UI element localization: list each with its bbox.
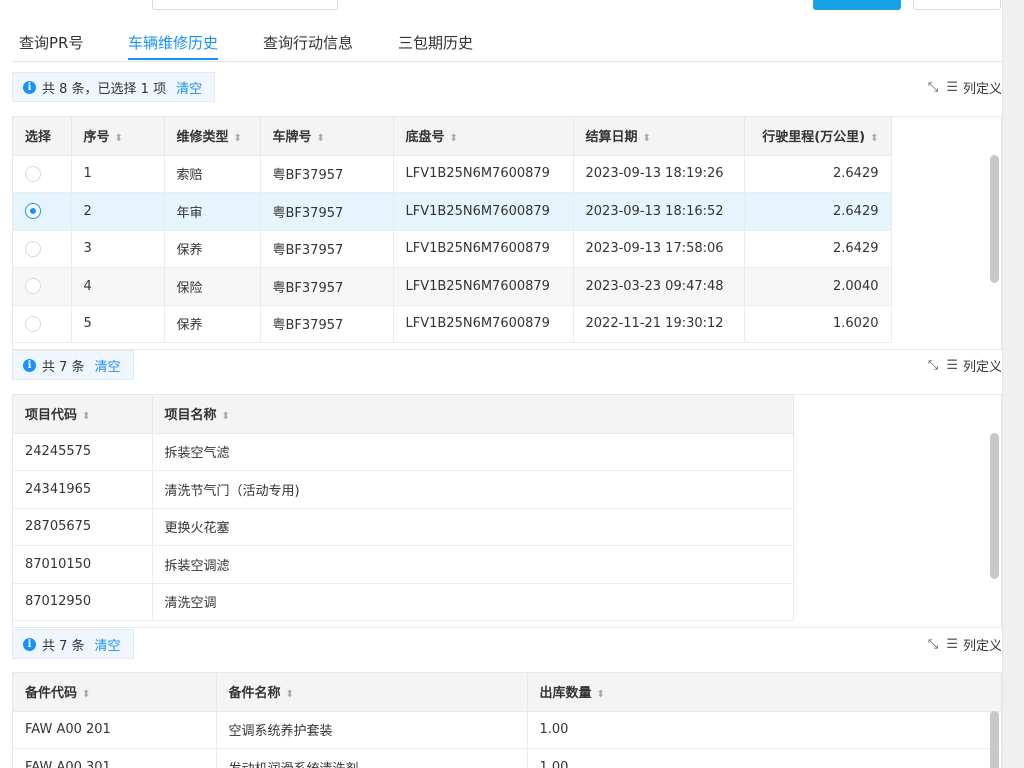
items-header-row: 项目代码 ⬍ 项目名称 ⬍ bbox=[13, 395, 794, 434]
parts-header-row: 备件代码 ⬍ 备件名称 ⬍ 出库数量 ⬍ bbox=[13, 673, 1001, 712]
table-row[interactable]: 24341965 清洗节气门（活动专用) bbox=[13, 470, 794, 509]
sort-icon[interactable]: ⬍ bbox=[234, 133, 242, 144]
col-vin[interactable]: 底盘号 ⬍ bbox=[393, 117, 574, 156]
col-mileage[interactable]: 行驶里程(万公里) ⬍ bbox=[744, 117, 892, 156]
sort-icon[interactable]: ⬍ bbox=[643, 133, 651, 144]
info-circle-icon: i bbox=[23, 80, 36, 94]
sort-icon[interactable]: ⬍ bbox=[82, 689, 90, 700]
tab-query-pr[interactable]: 查询PR号 bbox=[19, 32, 83, 60]
sort-icon[interactable]: ⬍ bbox=[222, 411, 230, 422]
info-circle-icon: i bbox=[23, 637, 36, 651]
table-row[interactable]: 1 索赔 粤BF37957 LFV1B25N6M7600879 2023-09-… bbox=[13, 155, 892, 193]
parts-column-def-button[interactable]: 列定义 bbox=[963, 635, 1002, 654]
sort-icon[interactable]: ⬍ bbox=[870, 133, 878, 144]
repair-summary-text: 共 8 条，已选择 1 项 bbox=[42, 81, 167, 97]
tab-vehicle-repair-history[interactable]: 车辆维修历史 bbox=[128, 32, 219, 60]
sort-icon[interactable]: ⬍ bbox=[450, 133, 458, 144]
col-select: 选择 bbox=[13, 117, 72, 156]
repair-header-row: 选择 序号 ⬍ 维修类型 ⬍ 车牌号 ⬍ 底盘号 ⬍ 结算日期 ⬍ 行驶里程(万公里) ⬍ bbox=[13, 117, 892, 156]
items-tools: ⤡ ☰ 列定义 bbox=[928, 350, 1002, 380]
parts-clear-link[interactable]: 清空 bbox=[95, 635, 121, 654]
top-search-input[interactable] bbox=[152, 0, 338, 10]
items-summary-bar: i 共 7 条 清空 bbox=[12, 350, 134, 380]
parts-table-scrollbar[interactable] bbox=[990, 711, 999, 768]
col-item-code[interactable]: 项目代码 ⬍ bbox=[13, 395, 153, 434]
info-circle-icon: i bbox=[23, 358, 36, 372]
tab-bar: 查询PR号 车辆维修历史 查询行动信息 三包期历史 bbox=[12, 28, 1002, 62]
col-repair-type[interactable]: 维修类型 ⬍ bbox=[164, 117, 261, 156]
row-radio-checked[interactable] bbox=[25, 203, 41, 220]
col-part-code[interactable]: 备件代码 ⬍ bbox=[13, 673, 217, 712]
top-toolbar bbox=[0, 0, 1024, 12]
col-out-qty[interactable]: 出库数量 ⬍ bbox=[527, 673, 1001, 712]
repair-tools: ⤡ ☰ 列定义 bbox=[928, 72, 1002, 102]
list-icon[interactable]: ☰ bbox=[946, 637, 958, 652]
repair-summary-bar: i 共 8 条，已选择 1 项 清空 bbox=[12, 72, 216, 102]
row-radio[interactable] bbox=[25, 240, 41, 257]
table-row[interactable]: 28705675 更换火花塞 bbox=[13, 508, 794, 546]
repair-table: 选择 序号 ⬍ 维修类型 ⬍ 车牌号 ⬍ 底盘号 ⬍ 结算日期 ⬍ 行驶里程(万公里) ⬍ … bbox=[12, 116, 1002, 350]
items-clear-link[interactable]: 清空 bbox=[95, 356, 121, 375]
tab-query-action-info[interactable]: 查询行动信息 bbox=[263, 32, 353, 60]
top-primary-button[interactable] bbox=[813, 0, 901, 10]
col-part-name[interactable]: 备件名称 ⬍ bbox=[216, 673, 528, 712]
items-table-scrollbar[interactable] bbox=[990, 433, 999, 579]
expand-icon[interactable]: ⤡ bbox=[928, 358, 938, 373]
table-row[interactable]: 87010150 拆装空调滤 bbox=[13, 545, 794, 584]
top-default-button[interactable] bbox=[913, 0, 1001, 10]
items-summary-text: 共 7 条 bbox=[42, 359, 85, 375]
sort-icon[interactable]: ⬍ bbox=[82, 411, 90, 422]
row-radio[interactable] bbox=[25, 315, 41, 332]
table-row[interactable]: 4 保险 粤BF37957 LFV1B25N6M7600879 2023-03-… bbox=[13, 267, 892, 306]
table-row[interactable]: FAW A00 301发动机润滑系统清洗剂1.00 bbox=[13, 748, 1001, 768]
sort-icon[interactable]: ⬍ bbox=[286, 689, 294, 700]
col-settle-date[interactable]: 结算日期 ⬍ bbox=[573, 117, 745, 156]
row-radio[interactable] bbox=[25, 165, 41, 182]
col-plate[interactable]: 车牌号 ⬍ bbox=[260, 117, 394, 156]
sort-icon[interactable]: ⬍ bbox=[115, 133, 123, 144]
expand-icon[interactable]: ⤡ bbox=[928, 80, 938, 95]
expand-icon[interactable]: ⤡ bbox=[928, 637, 938, 652]
table-row[interactable]: 24245575 拆装空气滤 bbox=[13, 433, 794, 471]
row-radio[interactable] bbox=[25, 278, 41, 295]
table-row[interactable]: FAW A00 201 空调系统养护套装 1.00 bbox=[13, 711, 1001, 749]
repair-clear-link[interactable]: 清空 bbox=[176, 78, 202, 97]
parts-tools: ⤡ ☰ 列定义 bbox=[928, 629, 1002, 659]
sort-icon[interactable]: ⬍ bbox=[317, 133, 325, 144]
page-scrollbar[interactable] bbox=[1002, 0, 1024, 768]
items-table: 项目代码 ⬍ 项目名称 ⬍ 24245575 拆装空气滤 24341965 清洗节气门（… bbox=[12, 394, 1002, 628]
repair-column-def-button[interactable]: 列定义 bbox=[963, 78, 1002, 97]
table-row[interactable]: 3 保养 粤BF37957 LFV1B25N6M7600879 2023-09-… bbox=[13, 230, 892, 268]
col-no[interactable]: 序号 ⬍ bbox=[71, 117, 165, 156]
table-row[interactable]: 5 保养 粤BF37957 LFV1B25N6M7600879 2022-11-… bbox=[13, 305, 892, 343]
tab-warranty-history[interactable]: 三包期历史 bbox=[398, 32, 473, 60]
table-row[interactable]: 87012950 清洗空调 bbox=[13, 583, 794, 621]
items-column-def-button[interactable]: 列定义 bbox=[963, 356, 1002, 375]
list-icon[interactable]: ☰ bbox=[946, 80, 958, 95]
parts-summary-bar: i 共 7 条 清空 bbox=[12, 629, 134, 659]
parts-summary-text: 共 7 条 bbox=[42, 638, 85, 654]
sort-icon[interactable]: ⬍ bbox=[597, 689, 605, 700]
repair-table-scrollbar[interactable] bbox=[990, 155, 999, 283]
col-item-name[interactable]: 项目名称 ⬍ bbox=[152, 395, 794, 434]
parts-table: 备件代码 ⬍ 备件名称 ⬍ 出库数量 ⬍ FAW A00 201 空调系统养护套装 1.0… bbox=[12, 672, 1002, 768]
list-icon[interactable]: ☰ bbox=[946, 358, 958, 373]
table-row[interactable]: 2 年审 粤BF37957 LFV1B25N6M7600879 2023-09-… bbox=[13, 192, 892, 231]
